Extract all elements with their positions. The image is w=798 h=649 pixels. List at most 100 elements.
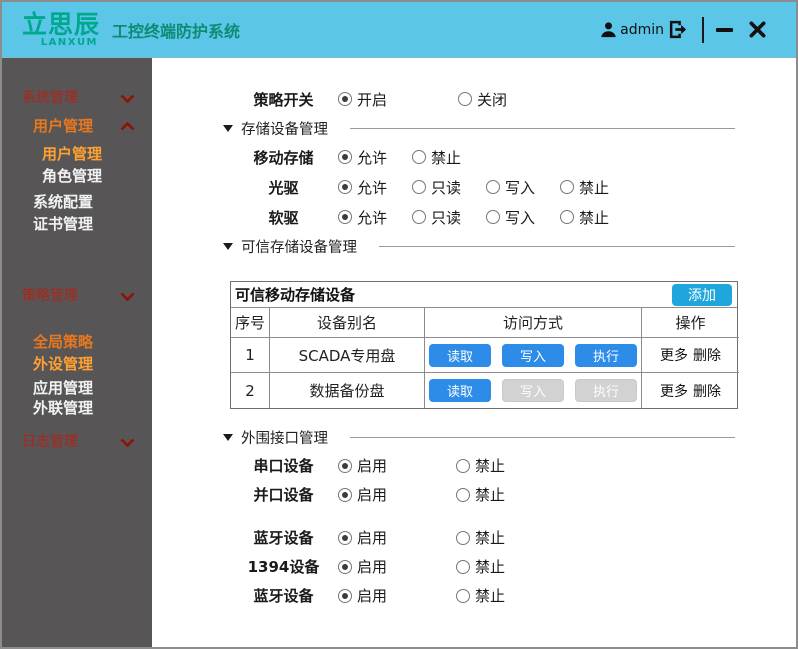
sidebar-item-application-management[interactable]: 应用管理: [2, 380, 152, 396]
radio-icon: [338, 530, 352, 545]
close-button[interactable]: [749, 21, 766, 38]
optical-forbid-radio[interactable]: 禁止: [560, 177, 609, 198]
minimize-button[interactable]: [716, 27, 749, 32]
radio-icon: [412, 150, 426, 164]
sidebar-item-policy-management[interactable]: 策略管理: [2, 288, 152, 304]
floppy-readonly-radio[interactable]: 只读: [412, 207, 486, 228]
radio-label: 禁止: [475, 587, 506, 605]
removable-allow-radio[interactable]: 允许: [338, 147, 412, 168]
write-permission-button[interactable]: 写入: [502, 379, 564, 402]
sidebar-item-certificate-management[interactable]: 证书管理: [2, 216, 152, 232]
sidebar-item-role-management[interactable]: 角色管理: [2, 168, 152, 184]
chevron-up-icon: [120, 121, 135, 131]
radio-label: 禁止: [475, 558, 506, 576]
firewire-enable-radio[interactable]: 启用: [338, 556, 456, 577]
table-grid: 序号 设备别名 访问方式 操作 1 SCADA专用盘 读取 写入 执行 更多 删…: [231, 308, 739, 408]
radio-icon: [412, 180, 426, 194]
optical-write-radio[interactable]: 写入: [486, 177, 560, 198]
policy-switch-off-radio[interactable]: 关闭: [458, 89, 507, 110]
radio-label: 禁止: [475, 457, 506, 475]
serial-forbid-radio[interactable]: 禁止: [456, 455, 505, 476]
radio-icon: [338, 92, 352, 106]
floppy-forbid-radio[interactable]: 禁止: [560, 207, 609, 228]
sidebar-item-outreach-management[interactable]: 外联管理: [2, 400, 152, 416]
optical-readonly-radio[interactable]: 只读: [412, 177, 486, 198]
parallel-forbid-radio[interactable]: 禁止: [456, 484, 505, 505]
logout-icon[interactable]: [668, 20, 688, 39]
delete-link[interactable]: 删除: [693, 345, 721, 365]
column-header-actions: 操作: [642, 308, 739, 338]
policy-switch-on-radio[interactable]: 开启: [338, 89, 458, 110]
collapse-triangle-icon: [223, 242, 233, 250]
column-header-alias: 设备别名: [270, 308, 425, 338]
floppy-drive-row: 软驱 允许 只读 写入 禁止: [152, 202, 796, 232]
more-link[interactable]: 更多: [660, 345, 688, 365]
serial-enable-radio[interactable]: 启用: [338, 455, 456, 476]
access-buttons-cell: 读取 写入 执行: [425, 338, 642, 373]
radio-icon: [560, 180, 574, 194]
optical-allow-radio[interactable]: 允许: [338, 177, 412, 198]
sidebar-item-system-config[interactable]: 系统配置: [2, 194, 152, 210]
add-device-button[interactable]: 添加: [672, 283, 732, 306]
sidebar-item-system-management[interactable]: 系统管理: [2, 90, 152, 106]
policy-switch-row: 策略开关 开启 关闭: [152, 84, 796, 114]
row-no: 2: [231, 373, 270, 408]
radio-icon: [412, 210, 426, 224]
floppy-write-radio[interactable]: 写入: [486, 207, 560, 228]
radio-label: 开启: [357, 90, 388, 109]
section-title: 外围接口管理: [241, 430, 328, 447]
sidebar-item-label: 策略管理: [22, 288, 78, 304]
read-permission-button[interactable]: 读取: [429, 379, 491, 402]
section-trusted-storage[interactable]: 可信存储设备管理: [223, 232, 735, 260]
device-alias: 数据备份盘: [270, 373, 425, 408]
table-title: 可信移动存储设备: [235, 286, 356, 304]
bluetooth-forbid-radio[interactable]: 禁止: [456, 527, 505, 548]
brand-logo-text: 立思辰: [22, 9, 101, 39]
section-divider: [350, 436, 735, 438]
sidebar-item-peripheral-management[interactable]: 外设管理: [2, 356, 152, 372]
chevron-down-icon: [120, 438, 135, 447]
row-label: 移动存储: [253, 148, 314, 167]
sidebar-item-label: 系统管理: [22, 90, 78, 106]
section-storage-devices[interactable]: 存储设备管理: [223, 114, 735, 142]
section-title: 存储设备管理: [241, 121, 328, 138]
row-actions-cell: 更多 删除: [642, 338, 739, 373]
sidebar-item-log-management[interactable]: 日志管理: [2, 434, 152, 450]
radio-label: 写入: [505, 208, 536, 227]
row-label: 蓝牙设备: [253, 529, 314, 547]
sidebar-item-user-management-group[interactable]: 用户管理: [2, 118, 152, 134]
main-content: 策略开关 开启 关闭 存储设备管理 移动存储 允许 禁止 光驱 允许 只读 写入…: [152, 58, 796, 647]
sidebar-item-user-management[interactable]: 用户管理: [2, 146, 152, 162]
radio-label: 写入: [505, 178, 536, 197]
radio-icon: [486, 210, 500, 224]
write-permission-button[interactable]: 写入: [502, 343, 564, 367]
removable-storage-row: 移动存储 允许 禁止: [152, 142, 796, 172]
execute-permission-button[interactable]: 执行: [575, 379, 637, 402]
radio-icon: [560, 210, 574, 224]
row-label: 1394设备: [247, 558, 320, 576]
floppy-allow-radio[interactable]: 允许: [338, 207, 412, 228]
read-permission-button[interactable]: 读取: [429, 343, 491, 367]
sidebar-nav: 系统管理 用户管理 用户管理 角色管理 系统配置 证书管理 策略管理 全局策略 …: [2, 58, 152, 647]
removable-forbid-radio[interactable]: 禁止: [412, 147, 461, 168]
app-window: 立思辰 LANXUM 工控终端防护系统 admin 系统管理 用户管理 用户管理…: [0, 0, 798, 649]
bluetooth2-forbid-radio[interactable]: 禁止: [456, 585, 505, 606]
table-title-row: 可信移动存储设备 添加: [231, 282, 737, 308]
bluetooth2-enable-radio[interactable]: 启用: [338, 585, 456, 606]
sidebar-item-label: 日志管理: [22, 434, 78, 450]
firewire-forbid-radio[interactable]: 禁止: [456, 556, 505, 577]
execute-permission-button[interactable]: 执行: [575, 343, 637, 367]
delete-link[interactable]: 删除: [693, 381, 721, 401]
radio-icon: [338, 210, 352, 224]
section-peripheral-interfaces[interactable]: 外围接口管理: [223, 423, 735, 451]
radio-label: 禁止: [475, 486, 506, 504]
radio-label: 启用: [357, 486, 388, 504]
radio-label: 启用: [357, 529, 388, 547]
bluetooth-enable-radio[interactable]: 启用: [338, 527, 456, 548]
collapse-triangle-icon: [223, 124, 233, 132]
sidebar-item-global-policy[interactable]: 全局策略: [2, 334, 152, 350]
parallel-enable-radio[interactable]: 启用: [338, 484, 456, 505]
more-link[interactable]: 更多: [660, 381, 688, 401]
radio-label: 禁止: [475, 529, 506, 547]
parallel-port-row: 并口设备 启用 禁止: [152, 480, 796, 509]
